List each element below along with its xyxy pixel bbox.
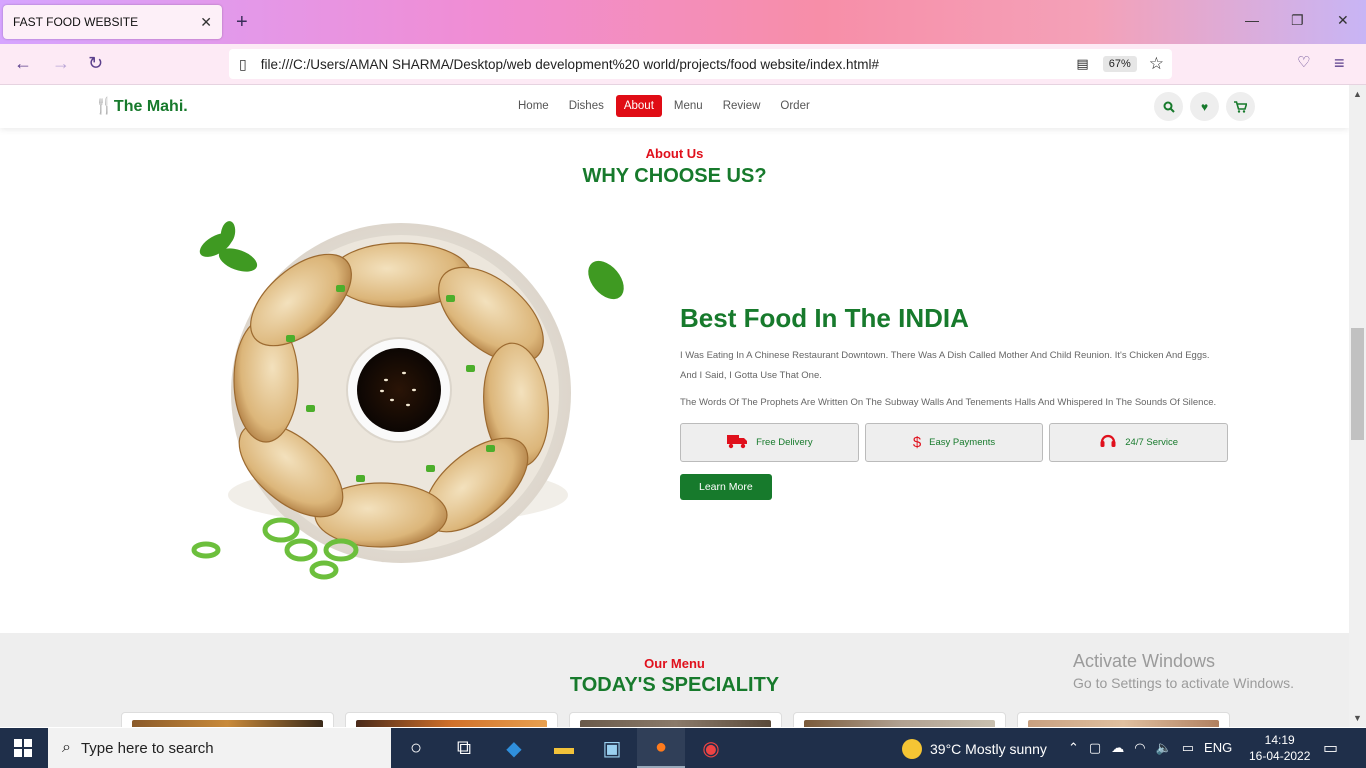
close-window-icon[interactable]: ✕ xyxy=(1337,12,1349,29)
file-explorer-icon[interactable]: ▬ xyxy=(540,728,588,768)
nav-menu[interactable]: Menu xyxy=(666,95,711,117)
scrollbar-thumb[interactable] xyxy=(1351,328,1364,440)
browser-tab-bar: FAST FOOD WEBSITE ✕ + — ❐ ✕ xyxy=(0,0,1366,44)
reload-icon[interactable]: ↻ xyxy=(88,53,103,74)
page-scrollbar[interactable]: ▲ ▼ xyxy=(1349,85,1366,727)
feature-easy-payments[interactable]: $ Easy Payments xyxy=(864,423,1044,462)
nav-about[interactable]: About xyxy=(615,95,662,117)
dumplings-plate-image xyxy=(191,221,624,580)
menu-card[interactable] xyxy=(121,712,334,727)
heart-icon[interactable]: ♥ xyxy=(1190,92,1219,121)
page-viewport: 🍴The Mahi. Home Dishes About Menu Review… xyxy=(0,85,1349,727)
about-content: Best Food In The INDIA I Was Eating In A… xyxy=(680,303,1229,500)
language-indicator[interactable]: ENG xyxy=(1204,740,1232,756)
browser-nav-bar: ← → ↻ ▯ file:///C:/Users/AMAN SHARMA/Des… xyxy=(0,44,1366,85)
meet-now-icon[interactable]: ▢ xyxy=(1089,740,1101,756)
taskbar-search[interactable]: ⌕ Type here to search xyxy=(48,728,391,768)
firefox-icon[interactable]: ● xyxy=(637,728,685,768)
feature-label: Easy Payments xyxy=(929,437,996,448)
chrome-icon[interactable]: ◉ xyxy=(687,728,735,768)
site-header: 🍴The Mahi. Home Dishes About Menu Review… xyxy=(0,85,1349,128)
page-icon: ▯ xyxy=(239,55,247,72)
weather-text: 39°C Mostly sunny xyxy=(930,741,1047,757)
wifi-icon[interactable]: ◠ xyxy=(1134,740,1145,756)
about-subheading: About Us xyxy=(645,146,704,161)
scroll-down-icon[interactable]: ▼ xyxy=(1353,713,1362,723)
restore-icon[interactable]: ❐ xyxy=(1291,12,1304,29)
bookmark-star-icon[interactable]: ☆ xyxy=(1149,54,1164,74)
watermark-line-2: Go to Settings to activate Windows. xyxy=(1073,675,1294,691)
system-tray: ⌃ ▢ ☁ ◠ 🔈 ▭ ENG xyxy=(1068,740,1232,756)
menu-card-image xyxy=(356,720,547,727)
cortana-icon[interactable]: ○ xyxy=(392,728,440,768)
site-nav: Home Dishes About Menu Review Order xyxy=(510,95,818,117)
menu-card[interactable] xyxy=(793,712,1006,727)
features-row: Free Delivery $ Easy Payments 24/7 Servi… xyxy=(680,423,1229,462)
search-placeholder: Type here to search xyxy=(80,739,214,757)
windows-taskbar: ⌕ Type here to search ○ ⧉ ◆ ▬ ▣ ● ◉ 39°C… xyxy=(0,728,1366,768)
notification-icon[interactable]: ▭ xyxy=(1323,738,1338,758)
back-icon[interactable]: ← xyxy=(14,53,32,74)
headset-icon xyxy=(1099,433,1117,453)
new-tab-icon[interactable]: + xyxy=(236,11,248,34)
onedrive-icon[interactable]: ☁ xyxy=(1111,740,1124,756)
taskbar-clock[interactable]: 14:19 16-04-2022 xyxy=(1249,732,1310,764)
menu-card[interactable] xyxy=(1017,712,1230,727)
chevron-up-icon[interactable]: ⌃ xyxy=(1068,740,1079,756)
feature-free-delivery[interactable]: Free Delivery xyxy=(680,423,859,462)
volume-icon[interactable]: 🔈 xyxy=(1156,740,1172,756)
header-icons: ♥ xyxy=(1154,92,1255,121)
browser-tab[interactable]: FAST FOOD WEBSITE ✕ xyxy=(3,5,222,39)
feature-label: 24/7 Service xyxy=(1125,437,1179,448)
reader-view-icon[interactable]: ▤ xyxy=(1076,56,1088,72)
menu-card-image xyxy=(580,720,771,727)
address-bar[interactable]: ▯ file:///C:/Users/AMAN SHARMA/Desktop/w… xyxy=(229,49,1172,79)
utensils-icon: 🍴 xyxy=(94,98,114,115)
menu-card-image xyxy=(1028,720,1219,727)
task-view-icon[interactable]: ⧉ xyxy=(440,728,488,768)
menu-cards xyxy=(121,712,1230,727)
windows-start-icon[interactable] xyxy=(14,739,32,757)
site-logo[interactable]: 🍴The Mahi. xyxy=(94,96,188,116)
menu-hamburger-icon[interactable]: ≡ xyxy=(1334,53,1345,74)
about-paragraph-2: The Words Of The Prophets Are Written On… xyxy=(680,397,1217,408)
menu-card[interactable] xyxy=(569,712,782,727)
cart-icon[interactable] xyxy=(1226,92,1255,121)
watermark-line-1: Activate Windows xyxy=(1073,651,1216,671)
nav-home[interactable]: Home xyxy=(510,95,557,117)
menu-card-image xyxy=(804,720,995,727)
clock-date: 16-04-2022 xyxy=(1249,749,1311,763)
search-icon[interactable] xyxy=(1154,92,1183,121)
battery-icon[interactable]: ▭ xyxy=(1182,740,1194,756)
feature-24-7-service[interactable]: 24/7 Service xyxy=(1049,423,1229,462)
minimize-icon[interactable]: — xyxy=(1245,12,1259,28)
forward-icon[interactable]: → xyxy=(52,53,70,74)
pocket-icon[interactable]: ♡ xyxy=(1297,53,1310,71)
zoom-level[interactable]: 67% xyxy=(1102,56,1137,72)
about-paragraph-1: I Was Eating In A Chinese Restaurant Dow… xyxy=(680,350,1210,381)
close-tab-icon[interactable]: ✕ xyxy=(200,14,212,31)
nav-order[interactable]: Order xyxy=(772,95,817,117)
url-text[interactable]: file:///C:/Users/AMAN SHARMA/Desktop/web… xyxy=(261,57,1077,72)
feature-label: Free Delivery xyxy=(756,437,813,448)
about-heading: WHY CHOOSE US? xyxy=(582,165,767,187)
clock-time: 14:19 xyxy=(1264,733,1295,747)
dollar-icon: $ xyxy=(912,434,922,451)
menu-card[interactable] xyxy=(345,712,558,727)
menu-card-image xyxy=(132,720,323,727)
sun-icon xyxy=(902,739,922,759)
logo-text: The Mahi. xyxy=(113,98,188,115)
truck-icon xyxy=(726,433,748,453)
search-icon: ⌕ xyxy=(62,739,71,756)
vscode-icon[interactable]: ◆ xyxy=(490,728,538,768)
about-title: Best Food In The INDIA xyxy=(680,303,969,333)
nav-review[interactable]: Review xyxy=(715,95,769,117)
scroll-up-icon[interactable]: ▲ xyxy=(1353,89,1362,99)
tab-title: FAST FOOD WEBSITE xyxy=(13,15,139,29)
activate-windows-watermark: Activate Windows Go to Settings to activ… xyxy=(1073,651,1294,691)
nav-dishes[interactable]: Dishes xyxy=(561,95,612,117)
weather-widget[interactable]: 39°C Mostly sunny xyxy=(902,739,1047,759)
learn-more-button[interactable]: Learn More xyxy=(680,474,772,500)
app-icon[interactable]: ▣ xyxy=(588,728,636,768)
